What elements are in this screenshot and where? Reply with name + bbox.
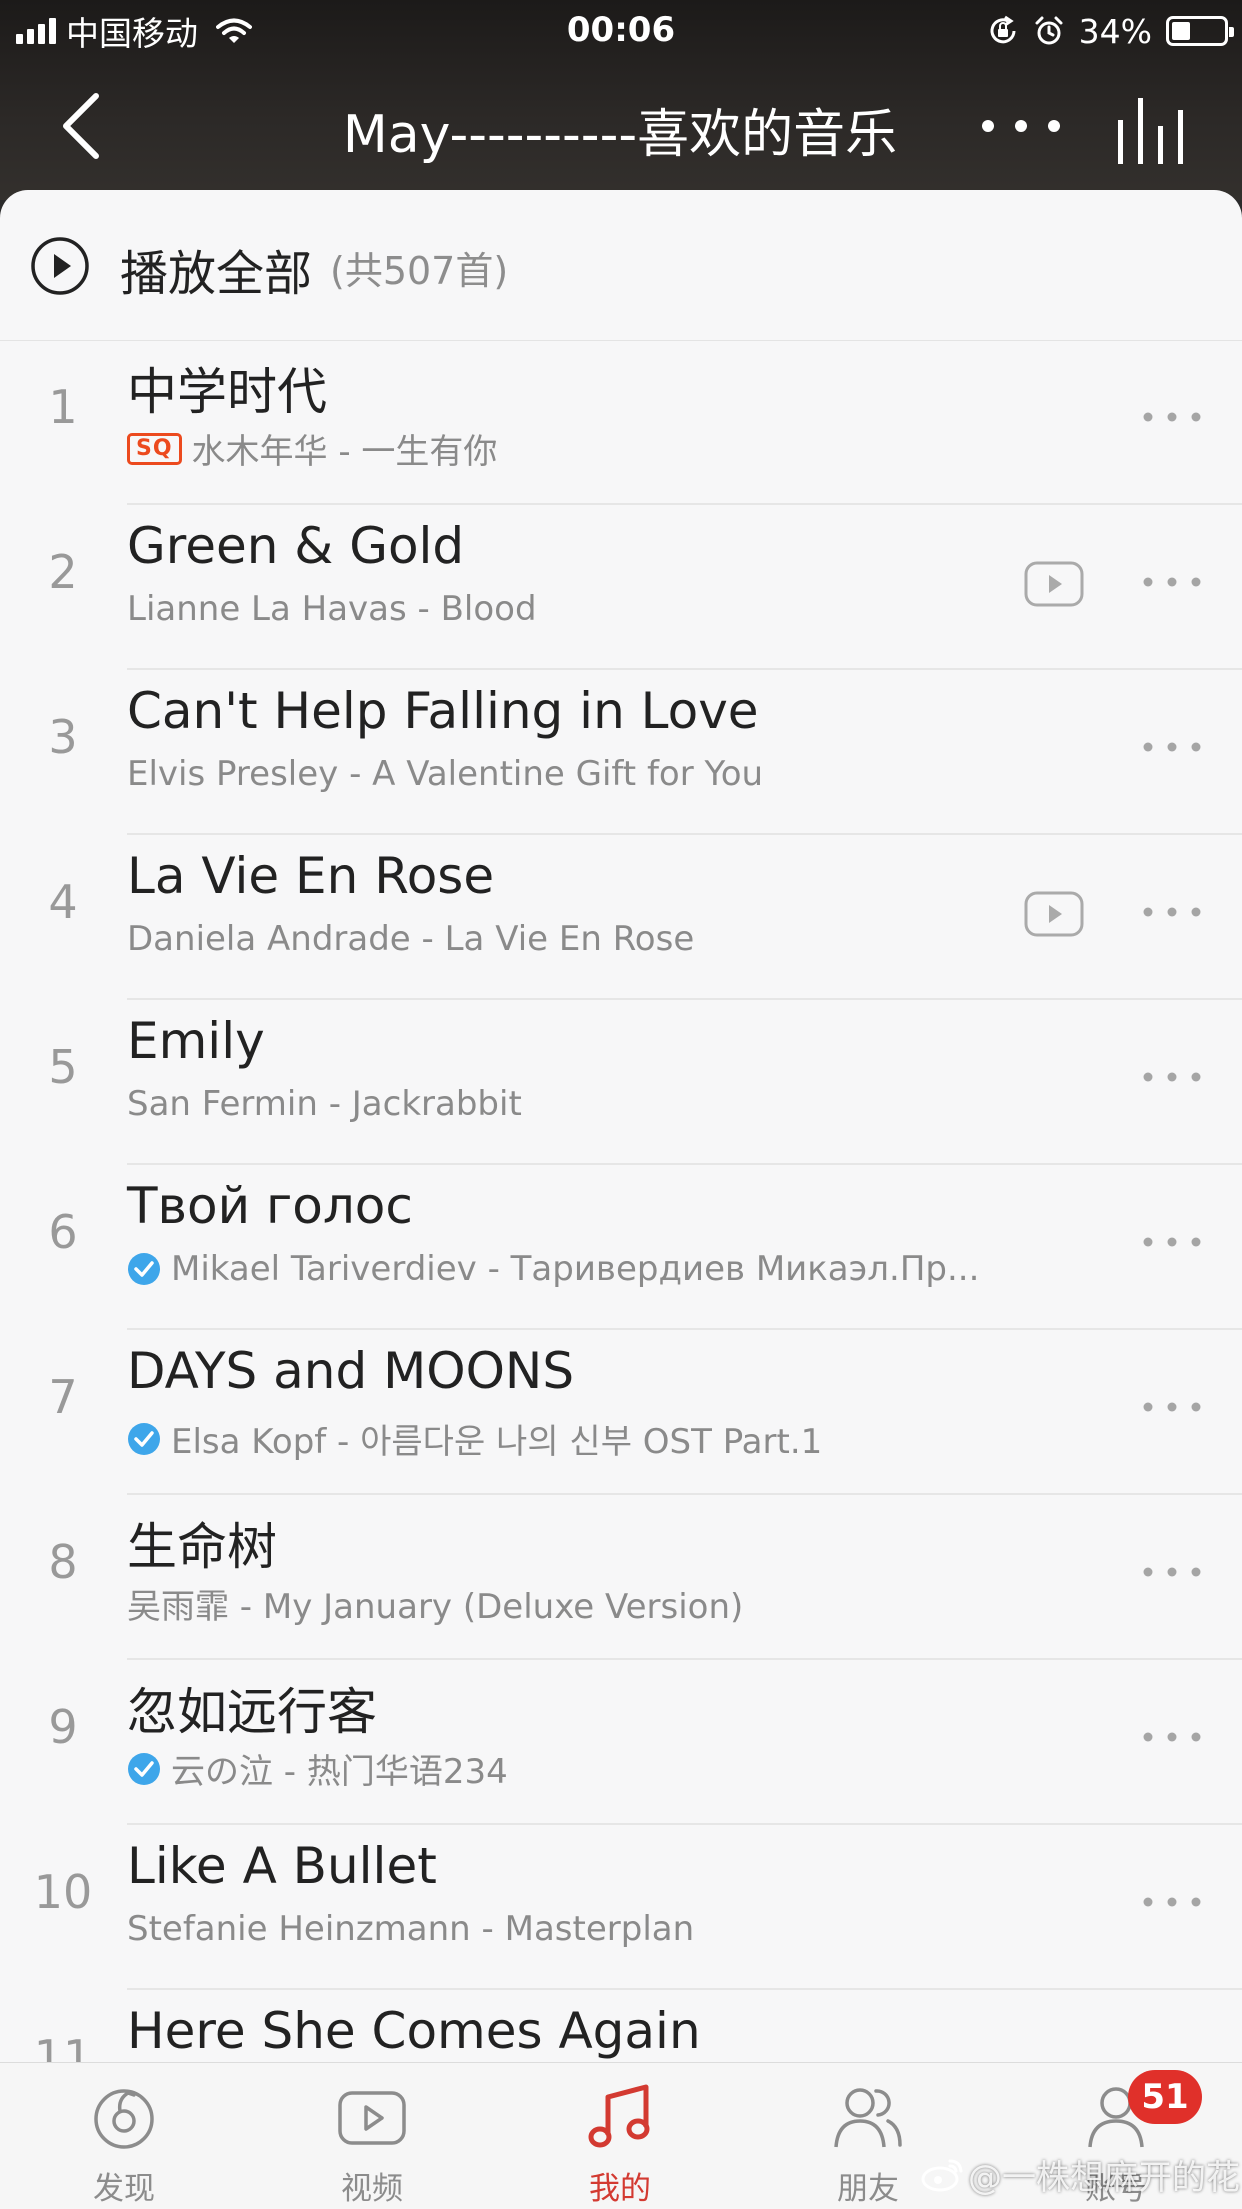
- sq-quality-badge: SQ: [127, 432, 182, 465]
- nav-bar: May----------喜欢的音乐: [0, 62, 1242, 192]
- song-title: 生命树: [127, 1518, 277, 1576]
- song-title: DAYS and MOONS: [127, 1342, 575, 1400]
- downloaded-check-icon: [128, 1422, 160, 1455]
- song-artist-album: Lianne La Havas - Blood: [127, 589, 537, 629]
- battery-icon: [1166, 16, 1234, 46]
- discover-icon: [94, 2089, 154, 2149]
- song-index: 9: [48, 1700, 78, 1754]
- weibo-logo-icon: [921, 2159, 963, 2191]
- song-list-panel: 播放全部 (共507首) 1 中学时代 SQ 水木年华 - 一生有你 2 Green & …: [0, 190, 1242, 2062]
- song-artist-album: 云の泣 - 热门华语234: [127, 1744, 508, 1793]
- alarm-icon: [1035, 16, 1063, 45]
- friends-icon: [834, 2088, 902, 2148]
- song-row[interactable]: 5 Emily San Fermin - Jackrabbit: [0, 1000, 1242, 1165]
- song-subtitle: 吴雨霏 - My January (Deluxe Version): [127, 1587, 744, 1627]
- play-all-row[interactable]: 播放全部 (共507首): [0, 190, 1242, 341]
- song-artist-album: Elvis Presley - A Valentine Gift for You: [127, 754, 763, 794]
- song-index: 8: [48, 1535, 78, 1589]
- play-all-label: 播放全部: [120, 246, 313, 302]
- song-more-icon[interactable]: [1140, 1392, 1204, 1422]
- song-title: Green & Gold: [127, 517, 465, 575]
- song-subtitle: 云の泣 - 热门华语234: [171, 1752, 508, 1792]
- downloaded-check-icon: [128, 1752, 160, 1785]
- song-row[interactable]: 6 Твой голос Mikael Tariverdiev - Тариверд…: [0, 1165, 1242, 1330]
- song-index: 3: [48, 710, 78, 764]
- song-index: 2: [48, 545, 78, 599]
- notification-badge: 51: [1128, 2070, 1202, 2124]
- downloaded-check-icon: [128, 1253, 160, 1285]
- now-playing-equalizer-icon[interactable]: [1114, 90, 1194, 166]
- song-more-icon[interactable]: [1140, 1887, 1204, 1917]
- song-artist-album: Daniela Andrade - La Vie En Rose: [127, 919, 694, 959]
- song-subtitle: Lianne La Havas - Blood: [127, 589, 537, 629]
- more-options-icon[interactable]: [976, 104, 1066, 148]
- song-row[interactable]: 2 Green & Gold Lianne La Havas - Blood: [0, 505, 1242, 670]
- song-index: 4: [48, 875, 78, 929]
- song-title: Emily: [127, 1012, 265, 1070]
- back-chevron-icon[interactable]: [52, 86, 112, 166]
- song-artist-album: Elsa Kopf - 아름다운 나의 신부 OST Part.1: [127, 1414, 822, 1463]
- song-more-icon[interactable]: [1140, 1557, 1204, 1587]
- song-title: 中学时代: [127, 363, 327, 421]
- song-subtitle: 水木年华 - 一生有你: [191, 432, 498, 472]
- tab-discover[interactable]: 发现: [0, 2063, 248, 2209]
- song-row[interactable]: 9 忽如远行客云の泣 - 热门华语234: [0, 1660, 1242, 1825]
- song-artist-album: SQ 水木年华 - 一生有你: [127, 424, 497, 473]
- song-row[interactable]: 8 生命树吴雨霏 - My January (Deluxe Version): [0, 1495, 1242, 1660]
- song-artist-album: 吴雨霏 - My January (Deluxe Version): [127, 1579, 743, 1628]
- watermark: @一株想麻开的花: [920, 2150, 1240, 2199]
- song-title: La Vie En Rose: [127, 847, 495, 905]
- song-more-icon[interactable]: [1140, 2052, 1204, 2062]
- song-title: Can't Help Falling in Love: [127, 682, 759, 740]
- song-row[interactable]: 1 中学时代 SQ 水木年华 - 一生有你: [0, 340, 1242, 505]
- song-index: 5: [48, 1040, 78, 1094]
- song-row[interactable]: 11 Here She Comes Again: [0, 1990, 1242, 2062]
- song-count: (共507首): [330, 249, 509, 293]
- song-title: Like A Bullet: [127, 1837, 437, 1895]
- song-more-icon[interactable]: [1140, 732, 1204, 762]
- song-artist-album: Mikael Tariverdiev - Таривердиев Микаэл.…: [127, 1249, 979, 1289]
- song-more-icon[interactable]: [1140, 1062, 1204, 1092]
- song-more-icon[interactable]: [1140, 897, 1204, 927]
- song-more-icon[interactable]: [1140, 567, 1204, 597]
- song-row[interactable]: 7 DAYS and MOONS Elsa Kopf - 아름다운 나의 신부 OS…: [0, 1330, 1242, 1495]
- song-subtitle: Elvis Presley - A Valentine Gift for You: [127, 754, 764, 794]
- play-circle-icon: [31, 237, 89, 295]
- rotation-lock-icon: [990, 15, 1016, 44]
- song-index: 7: [48, 1370, 78, 1424]
- song-row[interactable]: 3 Can't Help Falling in Love Elvis Presley…: [0, 670, 1242, 835]
- battery-percent: 34%: [1078, 11, 1152, 51]
- song-more-icon[interactable]: [1140, 1722, 1204, 1752]
- song-more-icon[interactable]: [1140, 402, 1204, 432]
- tab-mine[interactable]: 我的: [496, 2063, 744, 2209]
- tab-label: 视频: [341, 2171, 403, 2207]
- mv-play-icon[interactable]: [1024, 561, 1084, 607]
- watermark-text: @一株想麻开的花: [968, 2158, 1240, 2198]
- song-artist-album: Stefanie Heinzmann - Masterplan: [127, 1909, 694, 1949]
- song-artist-album: San Fermin - Jackrabbit: [127, 1084, 522, 1124]
- song-row[interactable]: 4 La Vie En Rose Daniela Andrade - La Vie …: [0, 835, 1242, 1000]
- song-title: Here She Comes Again: [127, 2002, 701, 2060]
- status-bar: 中国移动 00:06 34%: [0, 0, 1242, 62]
- song-index: 1: [48, 380, 78, 434]
- song-index: 10: [33, 1865, 93, 1919]
- song-title: Твой голос: [127, 1177, 413, 1235]
- song-subtitle: Stefanie Heinzmann - Masterplan: [127, 1909, 695, 1949]
- mv-play-icon[interactable]: [1024, 891, 1084, 937]
- song-title: 忽如远行客: [127, 1683, 377, 1741]
- tab-label: 我的: [589, 2171, 651, 2207]
- video-icon: [338, 2091, 406, 2145]
- tab-video[interactable]: 视频: [248, 2063, 496, 2209]
- song-index: 11: [33, 2030, 93, 2062]
- song-subtitle: Mikael Tariverdiev - Таривердиев Микаэл.…: [171, 1249, 980, 1289]
- tab-label: 发现: [93, 2171, 155, 2207]
- music-note-icon: [588, 2084, 650, 2148]
- song-more-icon[interactable]: [1140, 1227, 1204, 1257]
- song-index: 6: [48, 1205, 78, 1259]
- song-row[interactable]: 10 Like A Bullet Stefanie Heinzmann - Mast…: [0, 1825, 1242, 1990]
- playlist-title: May----------喜欢的音乐: [342, 105, 898, 165]
- song-subtitle: Elsa Kopf - 아름다운 나의 신부 OST Part.1: [171, 1422, 823, 1462]
- song-subtitle: Daniela Andrade - La Vie En Rose: [127, 919, 695, 959]
- song-subtitle: San Fermin - Jackrabbit: [127, 1084, 522, 1124]
